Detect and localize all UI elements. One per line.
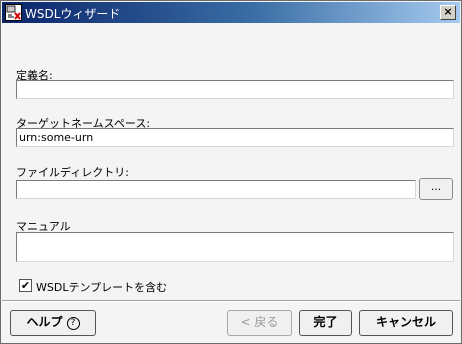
title-bar[interactable]: WSDLウィザード × bbox=[2, 2, 460, 23]
question-circle-icon: ? bbox=[66, 317, 80, 330]
file-directory-label: ファイルディレクトリ: bbox=[16, 166, 129, 179]
checkmark-icon: ✔ bbox=[20, 279, 31, 292]
close-icon: × bbox=[443, 5, 453, 18]
file-directory-input[interactable] bbox=[16, 180, 416, 199]
cancel-button[interactable]: キャンセル bbox=[359, 310, 453, 336]
definition-name-input[interactable] bbox=[16, 80, 454, 99]
window-title: WSDLウィザード bbox=[25, 7, 121, 21]
close-button[interactable]: × bbox=[440, 5, 456, 20]
wsdl-template-label: WSDLテンプレートを含む bbox=[36, 281, 168, 294]
manual-textarea[interactable] bbox=[16, 232, 454, 262]
footer-separator bbox=[2, 300, 460, 302]
help-button[interactable]: ヘルプ? bbox=[10, 310, 96, 336]
wsdl-template-checkbox[interactable]: ✔ bbox=[19, 279, 32, 292]
wsdl-app-icon bbox=[5, 4, 22, 21]
wsdl-wizard-dialog: WSDLウィザード × 定義名: ターゲットネームスペース: urn:some-… bbox=[0, 0, 462, 344]
help-button-label: ヘルプ bbox=[26, 315, 63, 329]
browse-button[interactable]: ... bbox=[419, 178, 453, 200]
finish-button[interactable]: 完了 bbox=[299, 310, 352, 336]
target-namespace-input[interactable]: urn:some-urn bbox=[16, 128, 454, 147]
back-button[interactable]: < 戻る bbox=[227, 310, 292, 336]
